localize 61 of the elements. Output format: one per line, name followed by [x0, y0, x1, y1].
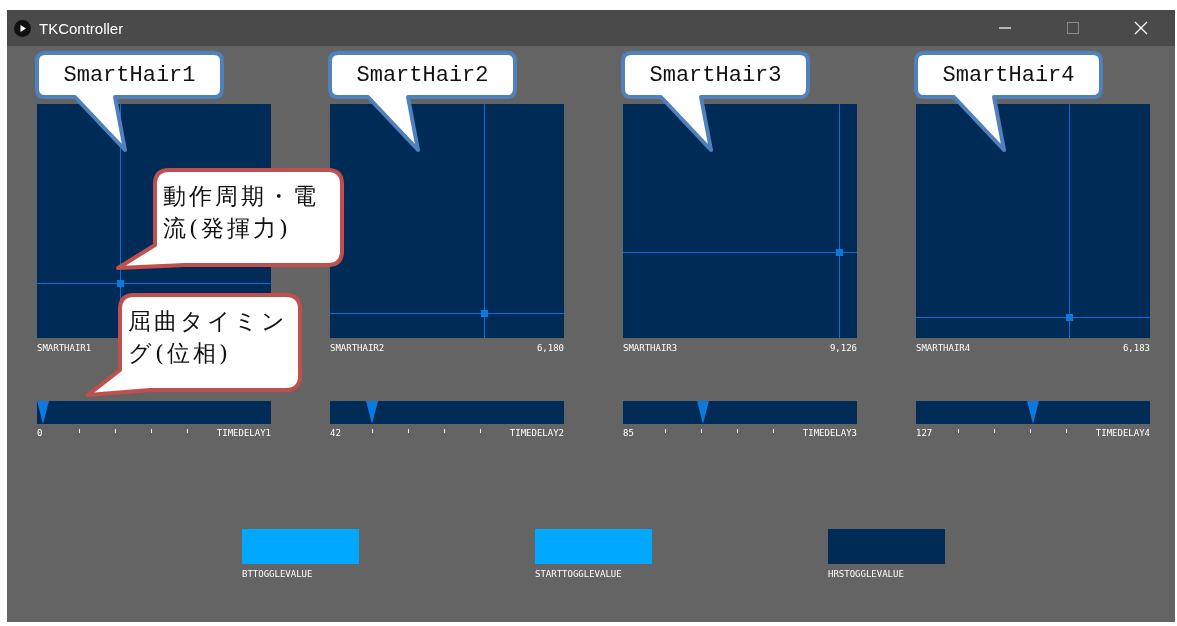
toggle-label: HRSTOGGLEVALUE [828, 569, 905, 580]
slider-value: 85 [623, 428, 635, 439]
pad-label: SMARTHAIR3 [623, 343, 678, 354]
toggle-button[interactable] [242, 529, 359, 564]
tick-mark [408, 429, 409, 433]
window-title: TKController [39, 19, 125, 37]
tick-mark [958, 429, 959, 433]
slider-label: TIMEDELAY2 [509, 428, 564, 439]
slider-thumb[interactable] [366, 401, 379, 424]
tick-mark [1030, 429, 1031, 433]
close-icon [1134, 21, 1148, 35]
callout-text: 屈曲タイミング(位相) [128, 307, 289, 369]
bubble-title: SmartHair3 [648, 61, 783, 90]
pad-value: 6,180 [536, 343, 564, 354]
minimize-icon [999, 27, 1011, 29]
pad-handle[interactable] [1066, 313, 1074, 321]
slider-thumb[interactable] [36, 401, 49, 424]
tick-mark [151, 429, 152, 433]
pad-handle[interactable] [480, 309, 488, 317]
slider-thumb[interactable] [1027, 401, 1039, 424]
bubble-title: SmartHair4 [941, 61, 1076, 90]
pad-handle[interactable] [117, 280, 125, 287]
toggle-label: BTTOGGLEVALUE [242, 569, 314, 580]
tick-mark [994, 429, 995, 433]
pad-label: SMARTHAIR1 [37, 343, 92, 354]
bubble-title: SmartHair2 [355, 61, 490, 90]
tick-mark [115, 429, 116, 433]
tick-mark [480, 429, 481, 433]
pad-label: SMARTHAIR4 [916, 343, 971, 354]
tick-mark [701, 429, 702, 433]
slider-track[interactable] [330, 401, 564, 424]
tick-mark [372, 429, 373, 433]
pad-value: 9,126 [829, 343, 857, 354]
tick-mark [79, 429, 80, 433]
pad-label: SMARTHAIR2 [330, 343, 385, 354]
callout-text: 動作周期・電流(発揮力) [163, 182, 320, 244]
slider-value: 42 [330, 428, 342, 439]
toggle-button[interactable] [535, 529, 652, 564]
tick-mark [665, 429, 666, 433]
xy-pad[interactable] [330, 104, 564, 338]
tick-mark [1066, 429, 1067, 433]
slider-label: TIMEDELAY3 [802, 428, 857, 439]
slider-label: TIMEDELAY4 [1095, 428, 1150, 439]
toggle-button[interactable] [828, 529, 945, 564]
slider-track[interactable] [623, 401, 857, 424]
slider-value: 127 [916, 428, 934, 439]
slider-value: 0 [37, 428, 44, 439]
pad-handle[interactable] [835, 248, 843, 256]
bubble-title: SmartHair1 [62, 61, 197, 90]
tick-mark [737, 429, 738, 433]
tick-mark [773, 429, 774, 433]
slider-track[interactable] [37, 401, 271, 424]
slider-label: TIMEDELAY1 [216, 428, 271, 439]
play-icon [14, 19, 31, 37]
slider-thumb[interactable] [696, 401, 709, 424]
toggle-label: STARTTOGGLEVALUE [535, 569, 623, 580]
tick-mark [444, 429, 445, 433]
slider-track[interactable] [916, 401, 1150, 424]
tick-mark [187, 429, 188, 433]
maximize-icon [1067, 22, 1079, 34]
pad-value: 6,183 [1122, 343, 1150, 354]
